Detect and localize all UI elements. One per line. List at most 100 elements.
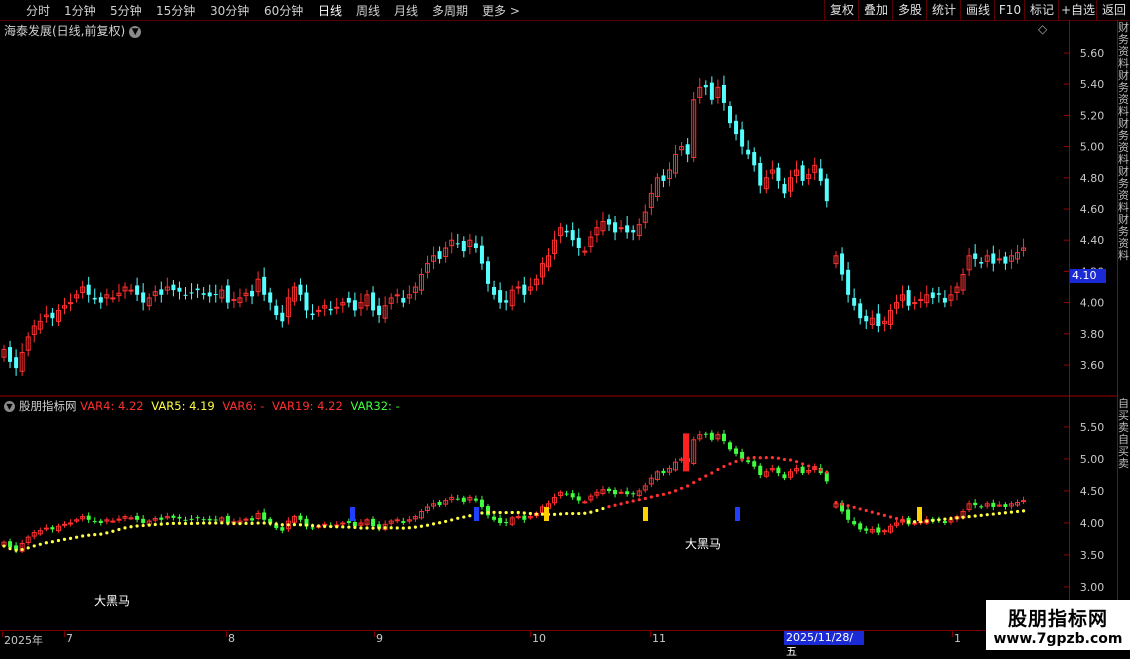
indicator-candle [473,498,478,501]
price-label: 4.80 [1080,172,1105,185]
main-candle [298,284,303,295]
main-candle [14,357,19,369]
ma-dot [335,525,339,529]
side-tab-strip[interactable]: 财务资料财务资料财务资料财务资料财务资料 [1118,22,1130,397]
ma-dot [401,526,405,530]
main-candle [709,82,714,100]
ma-dot [341,525,345,529]
ma-dot [991,512,995,516]
ma-dot [183,521,188,526]
date-label: 7 [66,632,73,645]
kline-chart[interactable]: 5.605.405.205.004.804.604.404.204.003.80… [0,0,1130,650]
main-candle [800,165,805,181]
signal-bar [474,507,479,521]
ma-dot [631,499,635,503]
ma-dot [1015,509,1020,514]
main-candle [728,106,732,124]
price-label: 4.60 [1080,203,1105,216]
ma-dot [99,532,103,536]
main-candle [522,284,527,295]
ma-dot [728,462,732,466]
ma-dot [323,524,327,528]
main-candle [262,276,267,295]
ma-dot [758,456,762,460]
price-label: 3.60 [1080,359,1105,372]
price-label: 5.00 [1080,141,1105,154]
date-label: 1 [954,632,961,645]
indicator-candle [492,516,497,520]
ma-dot [111,529,115,533]
ma-dot [425,523,430,527]
main-candle [942,297,947,303]
ma-dot [250,521,254,525]
indicator-candle [280,527,285,531]
indicator-candle [746,460,751,463]
ma-dot [876,512,880,516]
ma-dot [371,526,375,530]
price-label: 5.60 [1080,47,1105,60]
indicator-candle [852,521,857,525]
indicator-candle [703,433,708,435]
main-candle [906,290,911,306]
indicator-candle [504,522,509,524]
main-candle [461,240,466,252]
main-candle [346,297,351,303]
ma-dot [159,522,163,526]
date-tick [650,631,651,637]
price-label: 5.20 [1080,109,1105,122]
ma-dot [389,526,393,530]
ma-dot [14,548,18,552]
indicator-side-strip[interactable]: 自买卖自买卖 [1118,398,1130,628]
indicator-candle [734,448,739,454]
ma-dot [595,508,599,513]
ma-dot [419,524,424,528]
main-candle [231,298,237,301]
ma-dot [667,491,672,495]
main-candle [92,297,97,300]
indicator-candle [68,522,74,525]
main-candle [607,219,611,225]
indicator-candle [92,521,97,523]
ma-dot [734,459,738,464]
indicator-candle [522,515,527,520]
main-candle [98,297,103,303]
main-candle [912,302,918,305]
ma-dot [858,507,862,511]
main-candle [486,261,490,284]
indicator-candle [243,518,249,521]
indicator-candle [1021,500,1027,503]
main-candle [703,84,708,88]
ma-dot [722,464,726,469]
indicator-label: 5.50 [1080,421,1105,434]
indicator-candle [141,518,146,523]
date-tick [226,631,227,637]
ma-dot [888,515,893,519]
indicator-candle [942,521,947,523]
indicator-candle [782,474,787,479]
main-candle [334,306,340,309]
ma-dot [93,533,97,537]
ma-dot [232,521,236,526]
main-candle [758,162,763,186]
ma-dot [171,521,175,525]
main-candle [991,253,996,264]
ma-dot [825,470,829,474]
ma-dot [625,500,629,504]
indicator-candle [437,501,442,506]
date-label: 9 [376,632,383,645]
ma-dot [985,513,989,517]
indicator-candle [86,515,91,520]
ma-dot [504,510,508,515]
main-candle [846,269,851,295]
indicator-candle [876,527,881,533]
main-candle [582,250,588,253]
price-label: 5.40 [1080,78,1105,91]
ma-dot [238,522,242,526]
indicator-candle [613,490,618,495]
ma-dot [740,458,744,462]
ma-dot [304,523,309,527]
indicator-candle [62,523,67,526]
indicator-candle [171,515,176,518]
ma-dot [925,519,929,523]
signal-bar [643,507,648,521]
